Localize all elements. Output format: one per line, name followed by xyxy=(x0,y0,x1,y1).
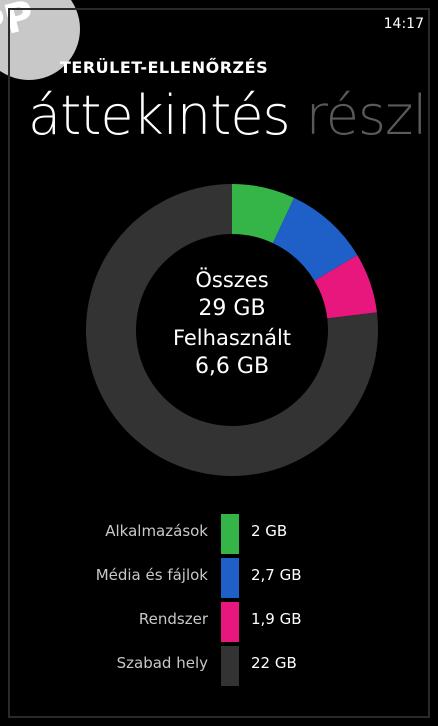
legend-label: Alkalmazások xyxy=(105,522,208,540)
legend-swatch xyxy=(221,646,239,686)
legend-label: Média és fájlok xyxy=(95,566,208,584)
legend-row-apps[interactable]: Alkalmazások 2 GB xyxy=(40,512,360,556)
pivot-header: áttekintés részl xyxy=(28,84,428,147)
legend-row-free[interactable]: Szabad hely 22 GB xyxy=(40,644,360,688)
pivot-item-overview[interactable]: áttekintés xyxy=(28,84,291,147)
legend-value: 1,9 GB xyxy=(251,610,302,628)
legend-swatch xyxy=(221,514,239,554)
used-value: 6,6 GB xyxy=(194,354,270,379)
legend-label: Rendszer xyxy=(138,610,208,628)
legend-value: 2,7 GB xyxy=(251,566,302,584)
legend-value: 2 GB xyxy=(251,522,288,540)
legend-label: Szabad hely xyxy=(116,654,208,672)
badge-text: PP xyxy=(0,0,39,51)
status-time: 14:17 xyxy=(383,16,424,32)
total-value: 29 GB xyxy=(198,296,266,321)
storage-legend: Alkalmazások 2 GB Média és fájlok 2,7 GB… xyxy=(40,512,360,688)
legend-row-media[interactable]: Média és fájlok 2,7 GB xyxy=(40,556,360,600)
total-label: Összes xyxy=(195,268,269,292)
legend-row-system[interactable]: Rendszer 1,9 GB xyxy=(40,600,360,644)
used-label: Felhasznált xyxy=(172,326,292,350)
phone-screen: PP 14:17 TERÜLET-ELLENŐRZÉS áttekintés ré… xyxy=(0,0,438,726)
pivot-item-details[interactable]: részl xyxy=(306,84,428,147)
legend-swatch xyxy=(221,602,239,642)
legend-value: 22 GB xyxy=(251,654,297,672)
legend-swatch xyxy=(221,558,239,598)
app-title: TERÜLET-ELLENŐRZÉS xyxy=(60,58,269,77)
donut-center-summary: Összes 29 GB Felhasznált 6,6 GB xyxy=(86,266,378,382)
